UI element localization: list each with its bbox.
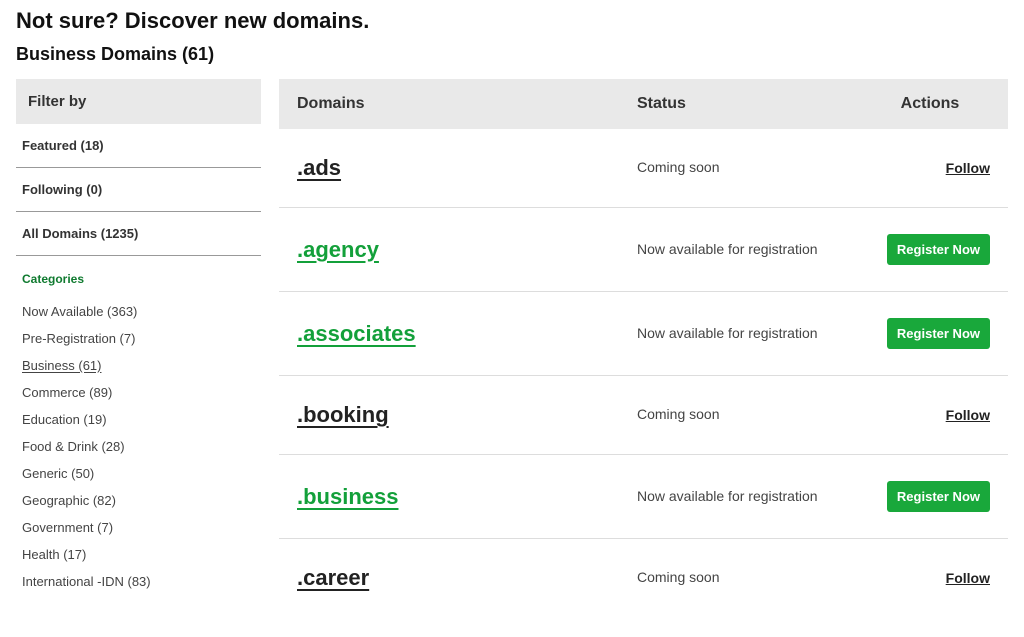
table-row: .business Now available for registration… (279, 455, 1008, 539)
filter-by-header: Filter by (16, 79, 261, 124)
follow-link[interactable]: Follow (946, 160, 990, 176)
category-item-health[interactable]: Health (17) (22, 541, 255, 568)
categories-list: Now Available (363) Pre-Registration (7)… (16, 290, 261, 595)
table-header-actions: Actions (870, 95, 990, 113)
status-text: Now available for registration (637, 241, 818, 257)
table-row: .associates Now available for registrati… (279, 292, 1008, 376)
table-header: Domains Status Actions (279, 79, 1008, 129)
category-item-business[interactable]: Business (61) (22, 352, 255, 379)
domain-link-associates[interactable]: .associates (297, 321, 416, 346)
sidebar-categories-heading: Categories (16, 256, 261, 290)
category-item-pre-registration[interactable]: Pre-Registration (7) (22, 325, 255, 352)
category-item-now-available[interactable]: Now Available (363) (22, 298, 255, 325)
main-content: Domains Status Actions .ads Coming soon … (279, 79, 1008, 617)
category-item-government[interactable]: Government (7) (22, 514, 255, 541)
domain-link-ads[interactable]: .ads (297, 155, 341, 180)
sidebar-item-following[interactable]: Following (0) (16, 168, 261, 212)
category-item-education[interactable]: Education (19) (22, 406, 255, 433)
category-item-generic[interactable]: Generic (50) (22, 460, 255, 487)
table-header-status: Status (637, 95, 870, 113)
hero-title: Not sure? Discover new domains. (16, 8, 1008, 34)
table-row: .agency Now available for registration R… (279, 208, 1008, 292)
domain-link-agency[interactable]: .agency (297, 237, 379, 262)
register-now-button[interactable]: Register Now (887, 481, 990, 512)
follow-link[interactable]: Follow (946, 570, 990, 586)
category-item-geographic[interactable]: Geographic (82) (22, 487, 255, 514)
sidebar-item-all-domains[interactable]: All Domains (1235) (16, 212, 261, 256)
sidebar-item-featured[interactable]: Featured (18) (16, 124, 261, 168)
status-text: Coming soon (637, 159, 720, 175)
follow-link[interactable]: Follow (946, 407, 990, 423)
category-item-food-drink[interactable]: Food & Drink (28) (22, 433, 255, 460)
status-text: Now available for registration (637, 488, 818, 504)
status-text: Coming soon (637, 406, 720, 422)
table-row: .career Coming soon Follow (279, 539, 1008, 617)
domain-link-booking[interactable]: .booking (297, 402, 389, 427)
table-header-domains: Domains (297, 95, 637, 113)
table-row: .booking Coming soon Follow (279, 376, 1008, 455)
category-item-international-idn[interactable]: International -IDN (83) (22, 568, 255, 595)
page: Not sure? Discover new domains. Business… (0, 0, 1024, 637)
table-row: .ads Coming soon Follow (279, 129, 1008, 208)
section-title: Business Domains (61) (16, 44, 1008, 65)
register-now-button[interactable]: Register Now (887, 234, 990, 265)
status-text: Coming soon (637, 569, 720, 585)
sidebar: Filter by Featured (18) Following (0) Al… (16, 79, 261, 595)
status-text: Now available for registration (637, 325, 818, 341)
layout: Filter by Featured (18) Following (0) Al… (16, 79, 1008, 617)
category-item-commerce[interactable]: Commerce (89) (22, 379, 255, 406)
register-now-button[interactable]: Register Now (887, 318, 990, 349)
domain-link-business[interactable]: .business (297, 484, 398, 509)
